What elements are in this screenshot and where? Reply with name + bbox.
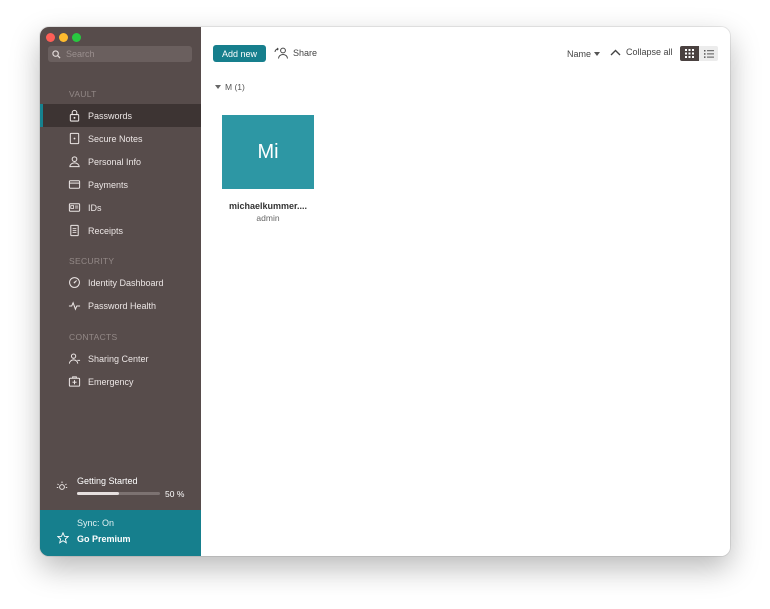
id-card-icon (68, 203, 81, 212)
search-icon (52, 49, 61, 59)
credit-card-icon (68, 180, 81, 189)
search-box (48, 46, 192, 62)
premium-footer[interactable]: Sync: On Go Premium (40, 510, 201, 556)
pulse-icon (68, 301, 81, 311)
lock-icon (69, 109, 80, 122)
sidebar-item-label: Secure Notes (88, 133, 143, 144)
close-window-button[interactable] (46, 33, 55, 42)
person-icon (69, 156, 80, 168)
collapse-all-button[interactable]: Collapse all (610, 47, 673, 57)
group-header-label: M (1) (225, 82, 245, 92)
sidebar-item-personal-info[interactable]: Personal Info (40, 150, 201, 173)
search-input[interactable] (66, 49, 186, 59)
sidebar-item-label: Payments (88, 179, 129, 190)
minimize-window-button[interactable] (59, 33, 68, 42)
grid-icon (685, 49, 694, 58)
password-card[interactable]: Mi michaelkummer.... admin (222, 115, 314, 223)
sidebar-item-label: Sharing Center (88, 353, 149, 364)
list-view-button[interactable] (699, 46, 718, 61)
sidebar-item-sharing-center[interactable]: Sharing Center (40, 347, 201, 370)
share-people-icon (68, 353, 81, 364)
chevron-up-icon (610, 49, 621, 55)
sort-label: Name (567, 49, 592, 59)
chevron-down-icon (594, 52, 601, 56)
sidebar-item-label: IDs (88, 202, 102, 213)
star-icon (57, 532, 69, 544)
getting-started-progress-value: 50 % (165, 489, 185, 499)
zoom-window-button[interactable] (72, 33, 81, 42)
sidebar-item-label: Password Health (88, 300, 157, 311)
caret-down-icon (215, 85, 221, 89)
lightbulb-icon (56, 481, 68, 490)
sidebar-item-label: Passwords (88, 110, 133, 121)
section-label-security: SECURITY (69, 256, 115, 266)
getting-started-label: Getting Started (77, 476, 138, 486)
grid-view-button[interactable] (680, 46, 699, 61)
share-label: Share (293, 48, 318, 58)
sidebar-item-password-health[interactable]: Password Health (40, 294, 201, 317)
share-people-icon (274, 47, 288, 59)
sidebar-item-identity-dashboard[interactable]: Identity Dashboard (40, 271, 201, 294)
getting-started-progress-bar (77, 492, 160, 495)
dashboard-gauge-icon (69, 277, 80, 288)
sidebar-item-passwords[interactable]: Passwords (40, 104, 201, 127)
group-header-m[interactable]: M (1) (215, 82, 245, 92)
go-premium-button[interactable]: Go Premium (77, 534, 131, 544)
sort-dropdown[interactable]: Name (567, 49, 601, 59)
sidebar-item-secure-notes[interactable]: Secure Notes (40, 127, 201, 150)
sidebar-item-payments[interactable]: Payments (40, 173, 201, 196)
sidebar-item-receipts[interactable]: Receipts (40, 219, 201, 242)
window-controls (46, 33, 81, 42)
sidebar-item-label: Identity Dashboard (88, 277, 164, 288)
password-card-subtitle: admin (256, 213, 280, 223)
receipt-icon (70, 224, 79, 237)
list-icon (703, 49, 714, 58)
sync-status: Sync: On (77, 518, 115, 528)
main-content: Add new Share Name Collapse all M (1) Mi… (201, 27, 730, 556)
getting-started-progress-fill (77, 492, 119, 495)
collapse-all-label: Collapse all (626, 47, 673, 57)
sidebar-item-emergency[interactable]: Emergency (40, 370, 201, 393)
getting-started[interactable]: Getting Started 50 % (40, 472, 201, 506)
section-label-vault: VAULT (69, 89, 97, 99)
sidebar-item-ids[interactable]: IDs (40, 196, 201, 219)
note-icon (69, 132, 80, 145)
add-new-button[interactable]: Add new (213, 45, 266, 62)
sidebar-item-label: Emergency (88, 376, 134, 387)
app-window: VAULT Passwords Secure Notes Personal In… (40, 27, 730, 556)
password-card-title: michaelkummer.... (228, 201, 308, 211)
share-button[interactable]: Share (274, 47, 317, 59)
section-label-contacts: CONTACTS (69, 332, 118, 342)
sidebar-item-label: Receipts (88, 225, 124, 236)
emergency-kit-icon (68, 376, 81, 387)
password-tile-avatar: Mi (222, 115, 314, 189)
sidebar-item-label: Personal Info (88, 156, 142, 167)
sidebar: VAULT Passwords Secure Notes Personal In… (40, 27, 201, 556)
view-mode-toggle (680, 46, 718, 61)
